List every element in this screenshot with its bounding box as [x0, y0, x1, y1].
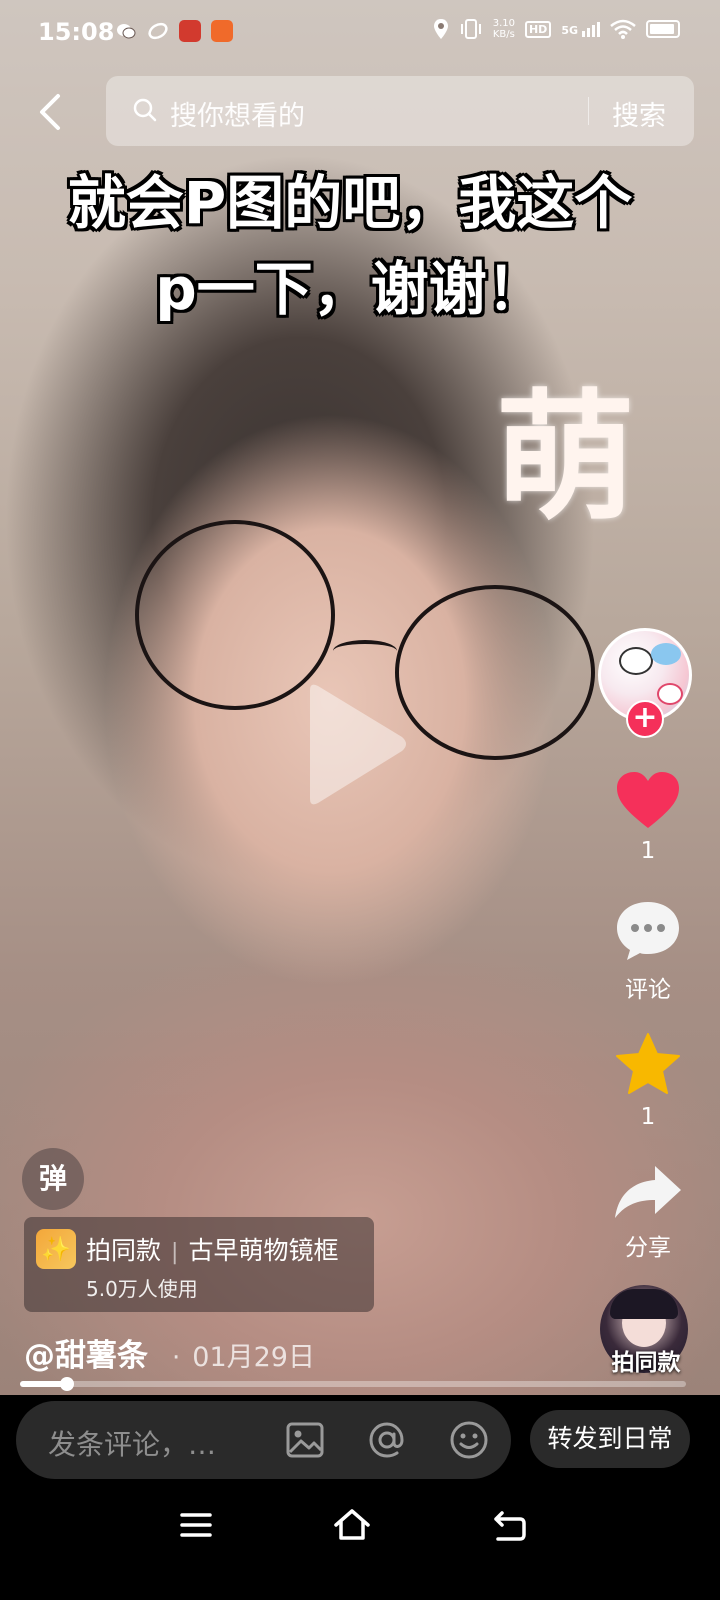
author-line: @甜薯条 · 01月29日	[24, 1330, 315, 1375]
back-arrow-icon	[40, 94, 60, 130]
comment-button[interactable]: 评论	[598, 900, 698, 1004]
search-placeholder[interactable]: 搜你想看的	[170, 94, 305, 133]
like-count: 1	[640, 838, 656, 864]
search-divider	[588, 97, 589, 125]
share-label: 分享	[625, 1235, 671, 1261]
location-icon	[433, 19, 448, 39]
effect-name: 古早萌物镜框	[188, 1236, 339, 1265]
repost-button[interactable]: 转发到日常	[530, 1410, 690, 1468]
wechat-icon	[115, 20, 137, 42]
separator-dot: ·	[172, 1343, 181, 1373]
cat-glasses-right-lens	[395, 585, 595, 760]
author-name[interactable]: @甜薯条	[24, 1330, 148, 1375]
net-speed-unit: KB/s	[492, 29, 515, 40]
heart-icon	[617, 772, 679, 828]
avatar-character	[619, 647, 653, 675]
comment-input[interactable]: 发条评论，…	[16, 1401, 511, 1479]
system-status: 3.10 KB/s HD 5G	[433, 18, 680, 40]
notification-icons	[115, 20, 233, 42]
danmu-label: 弹	[38, 1162, 67, 1195]
at-mention-icon[interactable]	[366, 1419, 408, 1461]
status-bar: 15:08 3.10 KB/s HD 5G	[0, 0, 720, 66]
anime-hair	[610, 1289, 678, 1319]
home-icon[interactable]	[332, 1505, 372, 1545]
post-date: 01月29日	[192, 1342, 315, 1373]
search-box[interactable]: 搜你想看的 搜索	[106, 76, 694, 146]
share-arrow-icon	[615, 1166, 681, 1218]
bottom-bar: 发条评论，… 转发到日常	[0, 1395, 720, 1600]
caption-line-2: p一下，谢谢！	[155, 255, 545, 323]
follow-button[interactable]: +	[626, 700, 664, 738]
hd-badge: HD	[524, 20, 552, 38]
danmu-toggle-button[interactable]: 弹	[22, 1148, 84, 1210]
star-icon	[616, 1033, 680, 1094]
avatar-kitty	[657, 683, 683, 705]
emoji-icon[interactable]	[448, 1419, 490, 1461]
same-style-label[interactable]: 拍同款	[600, 1343, 692, 1377]
search-button[interactable]: 搜索	[612, 94, 666, 133]
favorite-button[interactable]: 1	[598, 1032, 698, 1130]
effect-title: 拍同款 | 古早萌物镜框	[86, 1236, 339, 1265]
app-icon	[147, 20, 169, 42]
sparkle-icon: ✨	[36, 1229, 76, 1269]
signal-type: 5G	[561, 23, 578, 37]
effect-card[interactable]: ✨ 拍同款 | 古早萌物镜框 5.0万人使用	[24, 1217, 374, 1312]
battery-icon	[646, 20, 680, 38]
wifi-icon	[610, 19, 636, 39]
avatar-decoration	[651, 643, 681, 665]
search-icon	[133, 98, 157, 122]
red-app-icon	[179, 20, 201, 42]
sticker-text: 萌	[495, 377, 636, 540]
comment-placeholder[interactable]: 发条评论，…	[48, 1423, 216, 1463]
play-icon[interactable]	[300, 682, 410, 807]
video-progress-bar[interactable]	[20, 1377, 686, 1391]
cat-glasses-bridge	[333, 640, 397, 662]
like-button[interactable]: 1	[598, 770, 698, 864]
caption-line-1: 就会P图的吧，我这个	[67, 169, 633, 237]
image-icon[interactable]	[284, 1419, 326, 1461]
share-button[interactable]: 分享	[598, 1164, 698, 1262]
comment-label: 评论	[625, 977, 671, 1003]
menu-icon[interactable]	[176, 1505, 216, 1545]
video-caption: 就会P图的吧，我这个 p一下，谢谢！	[40, 160, 660, 332]
orange-app-icon	[211, 20, 233, 42]
cellular-signal-icon: 5G	[561, 21, 600, 37]
comment-bubble-icon	[617, 902, 679, 960]
back-nav-icon[interactable]	[490, 1505, 530, 1545]
back-button[interactable]	[28, 88, 76, 136]
progress-knob[interactable]	[59, 1377, 74, 1391]
net-speed: 3.10 KB/s	[493, 18, 515, 40]
vibrate-icon	[460, 19, 481, 39]
effect-usage: 5.0万人使用	[86, 1277, 198, 1301]
favorite-count: 1	[640, 1104, 656, 1130]
effect-action-label: 拍同款	[86, 1236, 162, 1265]
status-time: 15:08	[38, 18, 115, 46]
net-speed-value: 3.10	[492, 18, 515, 29]
